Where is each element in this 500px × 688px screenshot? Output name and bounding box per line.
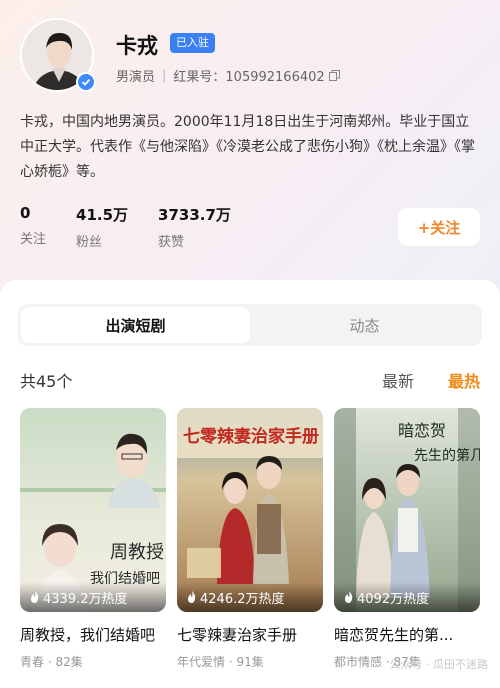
tab-bar: 出演短剧 动态 [18, 304, 482, 346]
joined-badge: 已入驻 [170, 33, 215, 53]
drama-poster: 七零辣妻治家手册 4246.2万热度 [177, 408, 323, 612]
stat-label: 获赞 [158, 235, 185, 250]
sort-latest[interactable]: 最新 [382, 368, 414, 392]
meta-divider: | [162, 68, 167, 83]
poster-title-text: 七零辣妻治家手册 [183, 426, 319, 447]
drama-card[interactable]: 七零辣妻治家手册 4246.2万热度 七零辣妻治家手册 年代爱情 · 91集 [177, 408, 323, 670]
follow-button[interactable]: +关注 [398, 208, 480, 246]
verified-icon [76, 72, 96, 92]
profile-bio: 卡戎，中国内地男演员。2000年11月18日出生于河南郑州。毕业于国立中正大学。… [20, 114, 475, 180]
poster-title-text: 暗恋贺 [398, 421, 446, 440]
watermark-text: 公众号 · 瓜田不迷路 [389, 658, 489, 671]
drama-card[interactable]: 周教授 我们结婚吧 4339.2万热度 周教授，我们结婚吧 青春 · 82集 [20, 408, 166, 670]
stat-value: 3733.7万 [158, 206, 231, 224]
stat-value: 0 [20, 204, 31, 222]
drama-meta: 年代爱情 · 91集 [177, 655, 264, 669]
drama-title: 暗恋贺先生的第... [334, 626, 454, 644]
heat-value: 4092万热度 [357, 591, 430, 607]
profile-meta: 男演员 | 红果号：105992166402 [116, 66, 340, 85]
avatar[interactable] [20, 18, 96, 92]
heat-badge: 4092万热度 [334, 582, 480, 612]
profile-id: 红果号：105992166402 [173, 70, 325, 85]
stat-label: 粉丝 [76, 235, 103, 250]
profile-name: 卡戎 [116, 34, 158, 58]
drama-poster: 暗恋贺 先生的第几年 4092万热度 [334, 408, 480, 612]
poster-title-text: 周教授 [110, 542, 164, 563]
heat-badge: 4339.2万热度 [20, 582, 166, 612]
watermark: 公众号 · 瓜田不迷路 [390, 656, 489, 672]
heat-badge: 4246.2万热度 [177, 582, 323, 612]
drama-title: 周教授，我们结婚吧 [20, 626, 156, 644]
stat-value: 41.5万 [76, 206, 129, 224]
copy-icon[interactable] [328, 70, 340, 81]
sort-hottest[interactable]: 最热 [448, 368, 480, 392]
stat-label: 关注 [20, 232, 47, 247]
tab-updates[interactable]: 动态 [250, 307, 479, 343]
content-sheet: 出演短剧 动态 共45个 最新 最热 周教授 我们结婚吧 4339.2万热度 周… [0, 280, 500, 688]
fire-icon [345, 591, 353, 603]
profile-stats: 0 关注 41.5万 粉丝 3733.7万 获赞 [20, 204, 261, 250]
sort-options: 最新 最热 [348, 368, 480, 392]
profile-role: 男演员 [116, 70, 156, 85]
stat-following[interactable]: 0 关注 [20, 204, 46, 250]
drama-poster: 周教授 我们结婚吧 4339.2万热度 [20, 408, 166, 612]
heat-value: 4246.2万热度 [200, 591, 285, 607]
fire-icon [188, 591, 196, 603]
tab-dramas[interactable]: 出演短剧 [21, 307, 250, 343]
stat-likes: 3733.7万 获赞 [158, 204, 231, 250]
drama-card[interactable]: 暗恋贺 先生的第几年 4092万热度 暗恋贺先生的第... 都市情感 · 87集 [334, 408, 480, 670]
stat-fans[interactable]: 41.5万 粉丝 [76, 204, 128, 250]
poster-subtitle-text: 先生的第几年 [414, 447, 480, 464]
drama-count: 共45个 [20, 372, 73, 391]
heat-value: 4339.2万热度 [43, 591, 128, 607]
drama-meta: 青春 · 82集 [20, 655, 83, 669]
fire-icon [31, 591, 39, 603]
drama-title: 七零辣妻治家手册 [177, 626, 298, 644]
